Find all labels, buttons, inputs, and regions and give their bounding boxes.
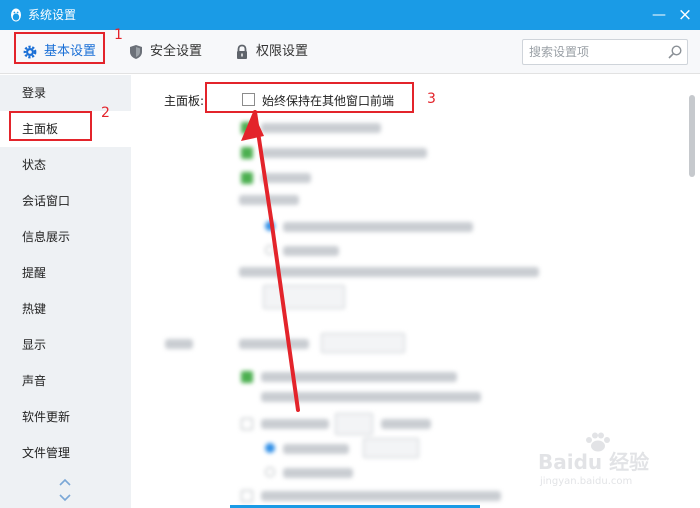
shield-icon [130,45,142,59]
sidebar-item-hotkeys[interactable]: 热键 [0,291,131,327]
watermark-brand: Baidu 经验 [538,450,650,474]
chevron-down-icon[interactable] [58,493,72,503]
settings-sidebar: 登录 主面板 状态 会话窗口 信息展示 提醒 热键 显示 声音 软件更新 文件管… [0,75,131,508]
annotation-number-2: 2 [101,105,110,121]
annotation-number-3: 3 [427,91,436,107]
tab-label: 安全设置 [150,44,203,59]
window-title: 系统设置 [28,8,77,22]
main-panel-section-label: 主面板: [164,94,205,108]
search-icon[interactable] [667,44,683,60]
settings-search-box[interactable] [522,39,688,65]
sidebar-item-main-panel[interactable]: 主面板 [0,111,131,147]
gear-icon [23,45,37,59]
search-input[interactable] [529,43,659,61]
tab-label: 权限设置 [256,44,309,59]
tab-basic-settings[interactable]: 基本设置 [22,38,112,66]
minimize-button[interactable]: — [647,3,671,27]
sidebar-item-reminders[interactable]: 提醒 [0,255,131,291]
qq-penguin-icon [11,8,21,22]
tab-permission-settings[interactable]: 权限设置 [234,38,324,66]
annotation-number-1: 1 [114,27,123,43]
close-button[interactable]: × [673,3,697,27]
sidebar-item-software-update[interactable]: 软件更新 [0,399,131,435]
tab-label: 基本设置 [44,44,97,59]
tab-security-settings[interactable]: 安全设置 [128,38,218,66]
lock-icon [237,44,247,59]
sidebar-item-chat-window[interactable]: 会话窗口 [0,183,131,219]
always-on-top-label[interactable]: 始终保持在其他窗口前端 [262,92,394,109]
sidebar-item-file-management[interactable]: 文件管理 [0,435,131,471]
watermark-site: jingyan.baidu.com [540,476,633,487]
sidebar-item-sound[interactable]: 声音 [0,363,131,399]
vertical-scrollbar[interactable] [689,95,695,177]
baidu-watermark: Baidu 经验 jingyan.baidu.com [538,432,698,502]
title-bar: 系统设置 — × [0,0,700,30]
settings-toolbar: 基本设置 安全设置 权限设置 [0,30,700,74]
sidebar-item-login[interactable]: 登录 [0,75,131,111]
sidebar-item-status[interactable]: 状态 [0,147,131,183]
sidebar-item-info-display[interactable]: 信息展示 [0,219,131,255]
always-on-top-checkbox[interactable] [242,93,255,106]
sidebar-item-display[interactable]: 显示 [0,327,131,363]
chevron-up-icon[interactable] [58,477,72,487]
